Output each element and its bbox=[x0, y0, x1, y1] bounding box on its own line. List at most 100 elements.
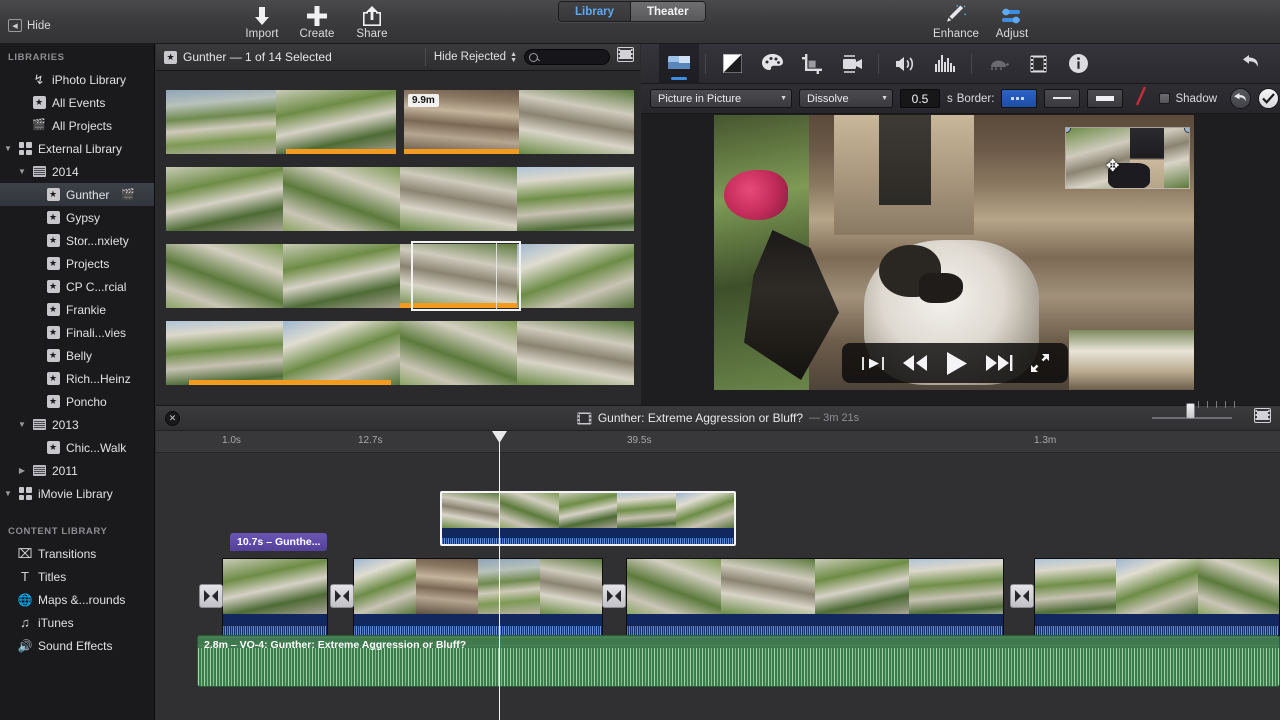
sidebar-item-cp-c-rcial[interactable]: ★CP C...rcial bbox=[0, 275, 154, 298]
chevron-down-icon[interactable]: ▼ bbox=[4, 489, 12, 498]
sidebar-item-2011[interactable]: ▶2011 bbox=[0, 459, 154, 482]
border-thick-button[interactable] bbox=[1087, 89, 1123, 108]
transition-icon[interactable] bbox=[199, 584, 223, 608]
sidebar-item-label: Stor...nxiety bbox=[66, 234, 129, 248]
sidebar-item-poncho[interactable]: ★Poncho bbox=[0, 390, 154, 413]
sidebar-item-frankie[interactable]: ★Frankie bbox=[0, 298, 154, 321]
crop-icon[interactable] bbox=[792, 44, 832, 84]
library-theater-toggle[interactable]: Library Theater bbox=[558, 1, 706, 22]
sidebar-item-rich-heinz[interactable]: ★Rich...Heinz bbox=[0, 367, 154, 390]
browser-filmstrip[interactable]: 9.9m bbox=[404, 90, 634, 154]
content-item-maps-rounds[interactable]: 🌐Maps &...rounds bbox=[0, 588, 154, 611]
sidebar-item-imovie-library[interactable]: ▼iMovie Library bbox=[0, 482, 154, 505]
sidebar-item-gunther[interactable]: ★Gunther🎬 bbox=[0, 183, 154, 206]
hide-rejected-dropdown[interactable]: Hide Rejected ▲▼ bbox=[434, 51, 517, 63]
border-color-swatch[interactable] bbox=[1134, 86, 1148, 111]
volume-icon[interactable] bbox=[885, 44, 925, 84]
border-thin-button[interactable] bbox=[1044, 89, 1080, 108]
timeline-ruler[interactable]: 1.0s 12.7s 39.5s 1.3m bbox=[156, 431, 1280, 453]
shadow-checkbox[interactable]: Shadow bbox=[1159, 93, 1217, 105]
timeline-video-clip[interactable] bbox=[1034, 558, 1280, 636]
close-project-button[interactable]: ✕ bbox=[165, 411, 180, 426]
sidebar-item-gypsy[interactable]: ★Gypsy bbox=[0, 206, 154, 229]
star-icon: ★ bbox=[46, 441, 60, 455]
import-button[interactable]: Import bbox=[231, 1, 293, 43]
info-icon[interactable] bbox=[1058, 44, 1098, 84]
titles-icon: T bbox=[18, 570, 32, 584]
browser-filmstrip[interactable] bbox=[166, 90, 396, 154]
content-item-label: Maps &...rounds bbox=[38, 593, 125, 607]
play-icon[interactable] bbox=[945, 351, 968, 376]
clip-filter-icon[interactable] bbox=[1018, 44, 1058, 84]
hide-sidebar-button[interactable]: ◀ Hide bbox=[8, 19, 51, 32]
chevron-down-icon[interactable]: ▼ bbox=[18, 167, 26, 176]
sidebar-item-projects[interactable]: ★Projects bbox=[0, 252, 154, 275]
sidebar-item-label: 2013 bbox=[52, 418, 79, 432]
timeline-video-clip[interactable] bbox=[626, 558, 1004, 636]
create-button[interactable]: Create bbox=[286, 1, 348, 43]
video-overlay-icon[interactable] bbox=[659, 44, 699, 84]
adjust-button[interactable]: Adjust bbox=[981, 1, 1043, 43]
timeline-pip-clip[interactable] bbox=[440, 491, 736, 546]
timeline-audio-clip[interactable]: 2.8m – VO-4: Gunther: Extreme Aggression… bbox=[197, 635, 1280, 687]
content-item-sound-effects[interactable]: 🔊Sound Effects bbox=[0, 634, 154, 657]
pip-clip-label[interactable]: 10.7s – Gunthe... bbox=[230, 533, 327, 551]
sidebar-item-iphoto-library[interactable]: ↯iPhoto Library bbox=[0, 68, 154, 91]
chevron-right-icon[interactable]: ▶ bbox=[18, 466, 26, 475]
chevron-down-icon[interactable]: ▼ bbox=[18, 420, 26, 429]
tab-library[interactable]: Library bbox=[559, 2, 630, 21]
chevron-down-icon[interactable]: ▼ bbox=[4, 144, 12, 153]
revert-to-original-button[interactable] bbox=[1230, 44, 1270, 84]
playback-controls[interactable] bbox=[842, 343, 1068, 383]
tab-theater[interactable]: Theater bbox=[630, 2, 705, 21]
transition-icon[interactable] bbox=[602, 584, 626, 608]
hide-rejected-label: Hide Rejected bbox=[434, 51, 506, 63]
search-input[interactable] bbox=[524, 49, 610, 65]
color-correction-icon[interactable] bbox=[752, 44, 792, 84]
speed-turtle-icon[interactable] bbox=[978, 44, 1018, 84]
sidebar-item-external-library[interactable]: ▼External Library bbox=[0, 137, 154, 160]
rewind-icon[interactable] bbox=[902, 355, 928, 371]
pip-transition-dropdown[interactable]: Dissolve ▼ bbox=[799, 89, 893, 108]
sidebar-item-finali-vies[interactable]: ★Finali...vies bbox=[0, 321, 154, 344]
share-button[interactable]: Share bbox=[341, 1, 403, 43]
pip-style-dropdown[interactable]: Picture in Picture ▼ bbox=[650, 89, 792, 108]
content-item-transitions[interactable]: ⌧Transitions bbox=[0, 542, 154, 565]
timeline-settings-button[interactable] bbox=[1254, 408, 1271, 428]
border-none-button[interactable] bbox=[1001, 89, 1037, 108]
sidebar-item-2013[interactable]: ▼ 2013 bbox=[0, 413, 154, 436]
event-browser[interactable]: 9.9m bbox=[156, 71, 640, 405]
browser-view-options-button[interactable] bbox=[617, 47, 634, 67]
fast-forward-icon[interactable] bbox=[985, 355, 1013, 371]
browser-filmstrip[interactable] bbox=[166, 167, 634, 231]
stabilization-icon[interactable] bbox=[832, 44, 872, 84]
pip-handle-tr[interactable] bbox=[1184, 127, 1190, 133]
sidebar-item-all-projects[interactable]: 🎬All Projects bbox=[0, 114, 154, 137]
sidebar-item-all-events[interactable]: ★All Events bbox=[0, 91, 154, 114]
pip-reset-button[interactable] bbox=[1230, 88, 1251, 109]
sidebar-item-stor-nxiety[interactable]: ★Stor...nxiety bbox=[0, 229, 154, 252]
playhead[interactable] bbox=[499, 431, 500, 720]
color-balance-icon[interactable] bbox=[712, 44, 752, 84]
pip-overlay[interactable]: ✥ bbox=[1065, 127, 1190, 189]
browser-filmstrip[interactable] bbox=[166, 321, 634, 385]
timeline-video-clip[interactable] bbox=[353, 558, 603, 636]
timeline[interactable]: 10.7s – Gunthe... bbox=[156, 453, 1280, 720]
content-item-itunes[interactable]: ♫iTunes bbox=[0, 611, 154, 634]
timeline-zoom-slider[interactable] bbox=[1152, 410, 1242, 426]
pip-apply-button[interactable] bbox=[1258, 88, 1279, 109]
content-item-titles[interactable]: TTitles bbox=[0, 565, 154, 588]
transition-icon[interactable] bbox=[1010, 584, 1034, 608]
transition-icon[interactable] bbox=[330, 584, 354, 608]
timeline-video-clip[interactable] bbox=[222, 558, 328, 636]
sidebar-item-belly[interactable]: ★Belly bbox=[0, 344, 154, 367]
fullscreen-icon[interactable] bbox=[1030, 353, 1050, 373]
create-label: Create bbox=[299, 28, 334, 40]
play-in-window-icon[interactable] bbox=[861, 356, 885, 371]
sidebar-item-chic-walk[interactable]: ★Chic...Walk bbox=[0, 436, 154, 459]
equalizer-icon[interactable] bbox=[925, 44, 965, 84]
enhance-button[interactable]: Enhance bbox=[925, 1, 987, 43]
browser-filmstrip[interactable] bbox=[166, 244, 634, 308]
pip-duration-field[interactable]: 0.5 bbox=[900, 89, 940, 108]
sidebar-item-2014[interactable]: ▼2014 bbox=[0, 160, 154, 183]
